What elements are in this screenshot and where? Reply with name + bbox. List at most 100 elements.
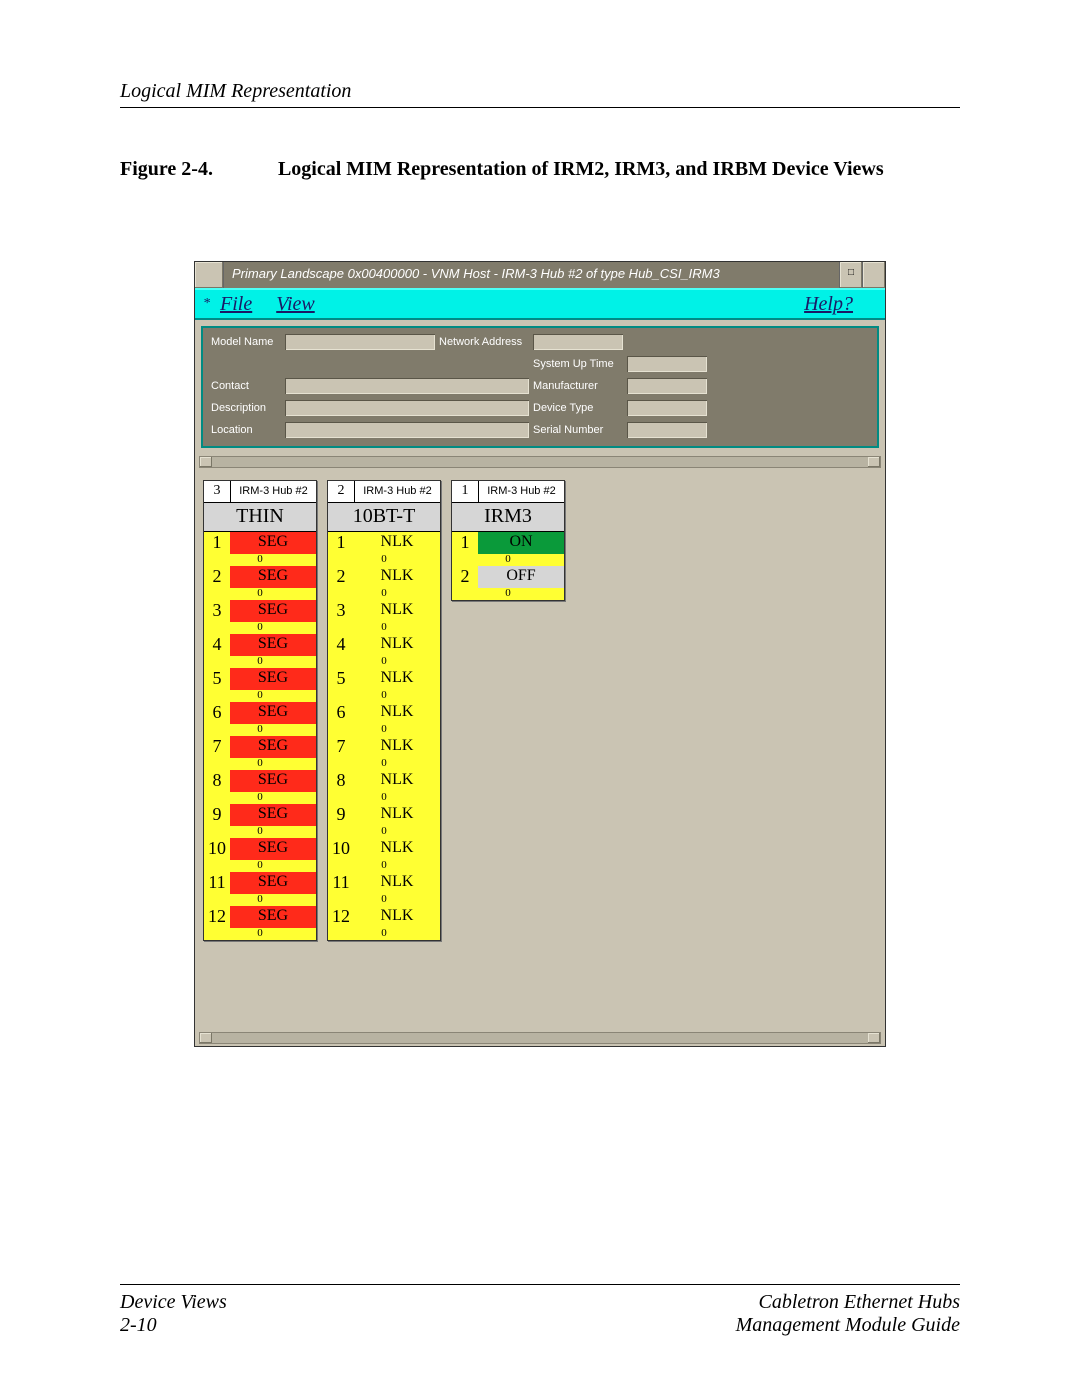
port-row[interactable]: 1NLK0 [328,532,440,566]
footer-right-line1: Cabletron Ethernet Hubs [736,1291,960,1314]
module-card[interactable]: 2IRM-3 Hub #210BT-T1NLK02NLK03NLK04NLK05… [327,480,441,941]
page-footer: Device Views 2-10 Cabletron Ethernet Hub… [120,1284,960,1337]
port-row[interactable]: 2NLK0 [328,566,440,600]
menu-view[interactable]: View [276,293,315,316]
menu-help[interactable]: Help? [804,293,853,316]
titlebar: Primary Landscape 0x00400000 - VNM Host … [195,262,885,288]
port-number: 1 [328,532,354,554]
port-status: SEG [230,906,316,928]
workspace: 3IRM-3 Hub #2THIN1SEG02SEG03SEG04SEG05SE… [195,470,885,1030]
window-control-button-a[interactable]: □ [839,262,862,288]
field-model-name[interactable] [285,334,435,350]
port-counter: 0 [328,554,440,566]
port-row[interactable]: 12NLK0 [328,906,440,940]
port-number: 3 [328,600,354,622]
port-counter: 0 [204,622,316,634]
label-model-name: Model Name [211,336,281,348]
port-row[interactable]: 7SEG0 [204,736,316,770]
window-title: Primary Landscape 0x00400000 - VNM Host … [224,262,839,288]
field-device-type[interactable] [627,400,707,416]
port-status: SEG [230,532,316,554]
port-row[interactable]: 8NLK0 [328,770,440,804]
port-row[interactable]: 6NLK0 [328,702,440,736]
port-row[interactable]: 4SEG0 [204,634,316,668]
port-row[interactable]: 6SEG0 [204,702,316,736]
port-counter: 0 [328,690,440,702]
port-number: 2 [328,566,354,588]
system-menu-button[interactable] [195,262,224,288]
port-status: NLK [354,906,440,928]
port-row[interactable]: 7NLK0 [328,736,440,770]
field-network-address[interactable] [533,334,623,350]
port-counter: 0 [204,860,316,872]
port-status: SEG [230,804,316,826]
port-status: NLK [354,566,440,588]
port-row[interactable]: 2OFF0 [452,566,564,600]
port-number: 10 [328,838,354,860]
port-counter: 0 [328,826,440,838]
field-contact[interactable] [285,378,529,394]
horizontal-scrollbar-top[interactable] [195,454,885,470]
port-row[interactable]: 3NLK0 [328,600,440,634]
port-row[interactable]: 10SEG0 [204,838,316,872]
port-number: 2 [452,566,478,588]
port-counter: 0 [204,826,316,838]
port-row[interactable]: 1SEG0 [204,532,316,566]
port-row[interactable]: 3SEG0 [204,600,316,634]
module-type-label: 10BT-T [328,503,440,532]
field-manufacturer[interactable] [627,378,707,394]
window-control-button-b[interactable] [862,262,885,288]
port-row[interactable]: 10NLK0 [328,838,440,872]
port-row[interactable]: 1ON0 [452,532,564,566]
port-counter: 0 [328,894,440,906]
port-status: ON [478,532,564,554]
port-status: SEG [230,702,316,724]
port-counter: 0 [204,894,316,906]
figure-title: Logical MIM Representation of IRM2, IRM3… [278,158,884,180]
port-row[interactable]: 11SEG0 [204,872,316,906]
menubar: * File View Help? [195,288,885,320]
port-status: SEG [230,668,316,690]
port-status: SEG [230,872,316,894]
port-counter: 0 [204,724,316,736]
port-status: SEG [230,600,316,622]
port-number: 6 [328,702,354,724]
label-manufacturer: Manufacturer [533,380,623,392]
port-row[interactable]: 5NLK0 [328,668,440,702]
field-description[interactable] [285,400,529,416]
port-number: 8 [204,770,230,792]
field-serial-number[interactable] [627,422,707,438]
module-type-label: IRM3 [452,503,564,532]
port-number: 5 [328,668,354,690]
port-counter: 0 [328,724,440,736]
port-row[interactable]: 8SEG0 [204,770,316,804]
port-counter: 0 [328,928,440,940]
port-counter: 0 [328,792,440,804]
port-row[interactable]: 4NLK0 [328,634,440,668]
port-row[interactable]: 12SEG0 [204,906,316,940]
horizontal-scrollbar-bottom[interactable] [195,1030,885,1046]
port-number: 10 [204,838,230,860]
port-row[interactable]: 9SEG0 [204,804,316,838]
port-number: 8 [328,770,354,792]
port-row[interactable]: 11NLK0 [328,872,440,906]
field-system-up-time[interactable] [627,356,707,372]
field-location[interactable] [285,422,529,438]
port-status: SEG [230,634,316,656]
port-status: SEG [230,838,316,860]
port-row[interactable]: 9NLK0 [328,804,440,838]
port-counter: 0 [204,758,316,770]
port-status: NLK [354,532,440,554]
module-card[interactable]: 1IRM-3 Hub #2IRM31ON02OFF0 [451,480,565,601]
port-row[interactable]: 2SEG0 [204,566,316,600]
label-system-up-time: System Up Time [533,358,623,370]
menu-file[interactable]: File [220,293,252,316]
port-counter: 0 [204,554,316,566]
label-device-type: Device Type [533,402,623,414]
module-card[interactable]: 3IRM-3 Hub #2THIN1SEG02SEG03SEG04SEG05SE… [203,480,317,941]
port-number: 6 [204,702,230,724]
port-row[interactable]: 5SEG0 [204,668,316,702]
port-number: 11 [204,872,230,894]
port-status: NLK [354,668,440,690]
module-slot-number: 2 [328,481,355,503]
